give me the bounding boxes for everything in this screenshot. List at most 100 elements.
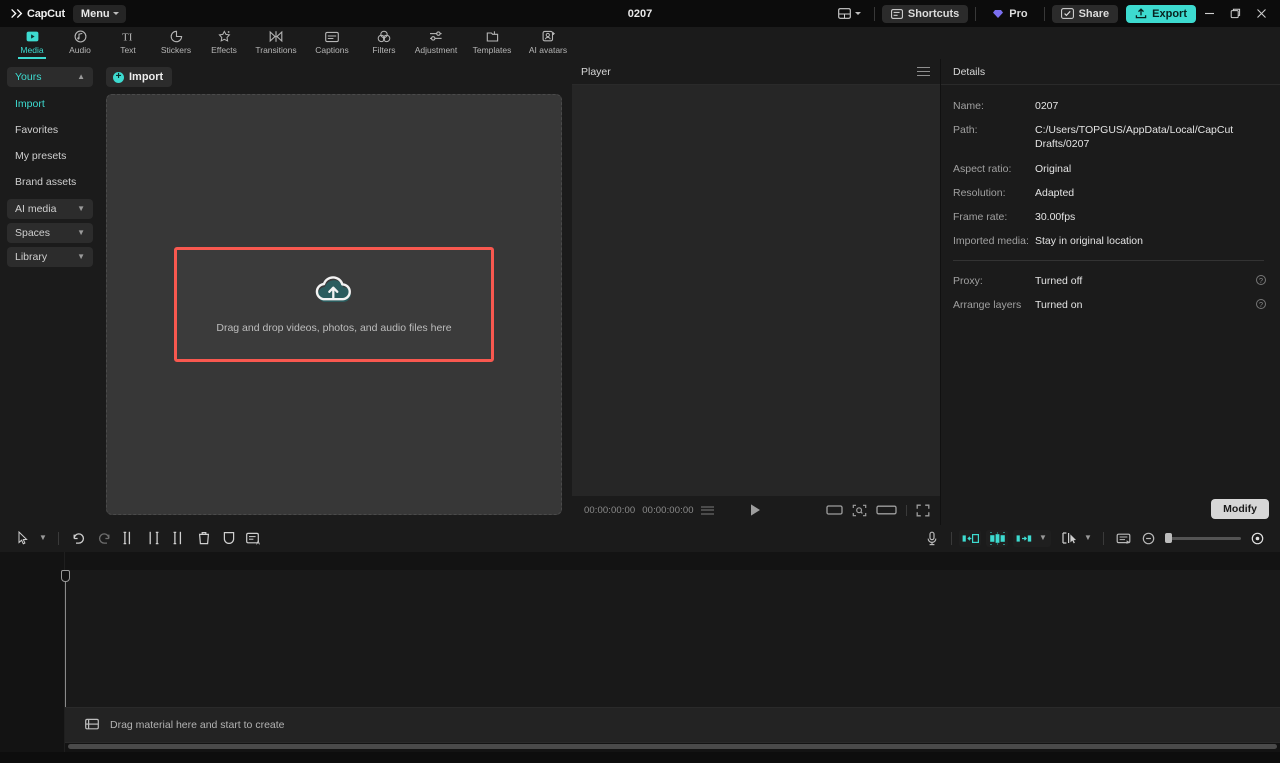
details-row-resolution: Resolution: Adapted xyxy=(953,186,1266,200)
shortcuts-button[interactable]: Shortcuts xyxy=(881,4,969,23)
window-bottom-edge xyxy=(0,752,1280,763)
minimize-button[interactable] xyxy=(1196,3,1222,25)
player-title: Player xyxy=(581,65,611,78)
details-value: C:/Users/TOPGUS/AppData/Local/CapCut Dra… xyxy=(1035,124,1234,151)
record-voiceover-button[interactable] xyxy=(919,528,944,549)
auto-caption-tool[interactable]: A xyxy=(241,528,266,549)
cursor-dropdown[interactable]: ▼ xyxy=(35,528,51,549)
timeline-ruler[interactable] xyxy=(65,551,1280,570)
pro-button[interactable]: Pro xyxy=(983,5,1036,23)
player-total-time[interactable]: 00:00:00:00 xyxy=(642,505,693,516)
playhead-handle[interactable] xyxy=(61,569,70,582)
snap-tool-button[interactable] xyxy=(1058,528,1080,549)
track-icon xyxy=(85,718,99,731)
tab-templates[interactable]: Templates xyxy=(464,27,520,59)
maximize-restore-button[interactable] xyxy=(1222,3,1248,25)
clip-edit-dropdown[interactable]: ▼ xyxy=(1035,529,1051,547)
ai-avatar-icon xyxy=(542,29,555,44)
tab-text[interactable]: TI Text xyxy=(104,27,152,59)
share-button[interactable]: Share xyxy=(1051,4,1119,23)
undo-button[interactable] xyxy=(66,528,91,549)
sidebar-item-import[interactable]: Import xyxy=(7,91,93,116)
tab-effects[interactable]: Effects xyxy=(200,27,248,59)
zoom-out-button[interactable] xyxy=(1136,528,1161,549)
timeline-scroll-thumb[interactable] xyxy=(68,743,1277,749)
sidebar-group-ai-media[interactable]: AI media ▼ xyxy=(7,199,93,219)
chevron-down-icon xyxy=(112,12,119,15)
crop-icon[interactable] xyxy=(852,504,867,517)
drag-drop-label: Drag and drop videos, photos, and audio … xyxy=(216,321,452,334)
text-ti-icon: TI xyxy=(121,29,136,44)
drag-drop-zone[interactable]: Drag and drop videos, photos, and audio … xyxy=(174,246,494,362)
media-drop-area[interactable]: Drag and drop videos, photos, and audio … xyxy=(106,94,562,515)
trim-left-tool[interactable] xyxy=(141,528,166,549)
details-value: Turned on xyxy=(1035,299,1083,312)
chevron-down-icon: ▼ xyxy=(1039,533,1047,543)
sidebar-group-library[interactable]: Library ▼ xyxy=(7,247,93,267)
tab-templates-label: Templates xyxy=(472,45,512,55)
details-value: Adapted xyxy=(1035,186,1075,199)
timeline-area[interactable]: Drag material here and start to create xyxy=(0,551,1280,753)
timeline-zoom-slider[interactable] xyxy=(1165,533,1241,544)
tab-adjustment[interactable]: Adjustment xyxy=(408,27,464,59)
menu-label: Menu xyxy=(80,7,110,20)
details-value: Turned off xyxy=(1035,275,1083,288)
tab-ai-avatars[interactable]: AI avatars xyxy=(520,27,576,59)
wide-ratio-icon[interactable] xyxy=(876,504,897,516)
import-button[interactable]: + Import xyxy=(106,67,173,87)
keyboard-icon xyxy=(890,8,903,19)
close-button[interactable] xyxy=(1248,3,1274,25)
tab-stickers[interactable]: Stickers xyxy=(152,27,200,59)
clip-edit-out-button[interactable] xyxy=(1013,529,1035,547)
timeline-drop-strip[interactable]: Drag material here and start to create xyxy=(65,706,1280,743)
zoom-in-button[interactable] xyxy=(1245,528,1270,549)
zoom-slider-handle[interactable] xyxy=(1165,533,1172,544)
trim-right-tool[interactable] xyxy=(166,528,191,549)
tab-captions[interactable]: Captions xyxy=(304,27,360,59)
details-title: Details xyxy=(953,65,986,78)
select-cursor-tool[interactable] xyxy=(10,528,35,549)
details-row-name: Name: 0207 xyxy=(953,99,1266,113)
sidebar-item-brand-assets[interactable]: Brand assets xyxy=(7,169,93,194)
player-canvas[interactable] xyxy=(572,85,940,496)
split-tool[interactable] xyxy=(116,528,141,549)
modify-button[interactable]: Modify xyxy=(1211,498,1269,519)
tab-transitions[interactable]: Transitions xyxy=(248,27,304,59)
sidebar-group-spaces[interactable]: Spaces ▼ xyxy=(7,223,93,243)
play-icon[interactable] xyxy=(749,503,762,517)
timeline-toolbar: ▼ A ▼ ▼ xyxy=(0,524,1280,552)
redo-button[interactable] xyxy=(91,528,116,549)
menu-button[interactable]: Menu xyxy=(72,4,126,23)
sidebar-item-favorites[interactable]: Favorites xyxy=(7,117,93,142)
details-key: Arrange layers xyxy=(953,299,1022,312)
tab-media[interactable]: Media xyxy=(8,27,56,59)
sidebar-item-my-presets[interactable]: My presets xyxy=(7,143,93,168)
ratio-icon[interactable] xyxy=(826,504,843,516)
sidebar-group-library-label: Library xyxy=(15,251,48,263)
clip-edit-center-button[interactable] xyxy=(986,529,1008,547)
player-list-icon[interactable] xyxy=(700,505,714,515)
details-key: Resolution: xyxy=(953,186,1006,199)
snap-dropdown[interactable]: ▼ xyxy=(1080,528,1096,549)
player-current-time[interactable]: 00:00:00:00 xyxy=(584,505,635,516)
tab-text-label: Text xyxy=(120,45,136,55)
fullscreen-icon[interactable] xyxy=(916,504,930,517)
tab-filters[interactable]: Filters xyxy=(360,27,408,59)
chevron-down-icon: ▼ xyxy=(77,228,85,237)
timeline-tracks[interactable]: Drag material here and start to create xyxy=(61,569,1280,743)
main-content-row: Yours ▲ Import Favorites My presets Bran… xyxy=(0,59,1280,525)
tab-ai-avatars-label: AI avatars xyxy=(528,45,568,55)
mask-shield-tool[interactable] xyxy=(216,528,241,549)
details-key: Frame rate: xyxy=(953,210,1008,223)
fit-timeline-button[interactable] xyxy=(1111,528,1136,549)
hamburger-icon[interactable] xyxy=(917,66,930,77)
title-bar: CapCut Menu 0207 Shortcuts Pro Share Exp… xyxy=(0,0,1280,27)
timeline-tracks-area[interactable]: Drag material here and start to create xyxy=(61,551,1280,753)
layout-button[interactable] xyxy=(832,5,867,22)
export-button[interactable]: Export xyxy=(1126,4,1196,23)
sidebar-group-yours[interactable]: Yours ▲ xyxy=(7,67,93,87)
delete-button[interactable] xyxy=(191,528,216,549)
clip-edit-in-button[interactable] xyxy=(959,529,981,547)
tab-audio[interactable]: Audio xyxy=(56,27,104,59)
tab-transitions-label: Transitions xyxy=(255,45,297,55)
